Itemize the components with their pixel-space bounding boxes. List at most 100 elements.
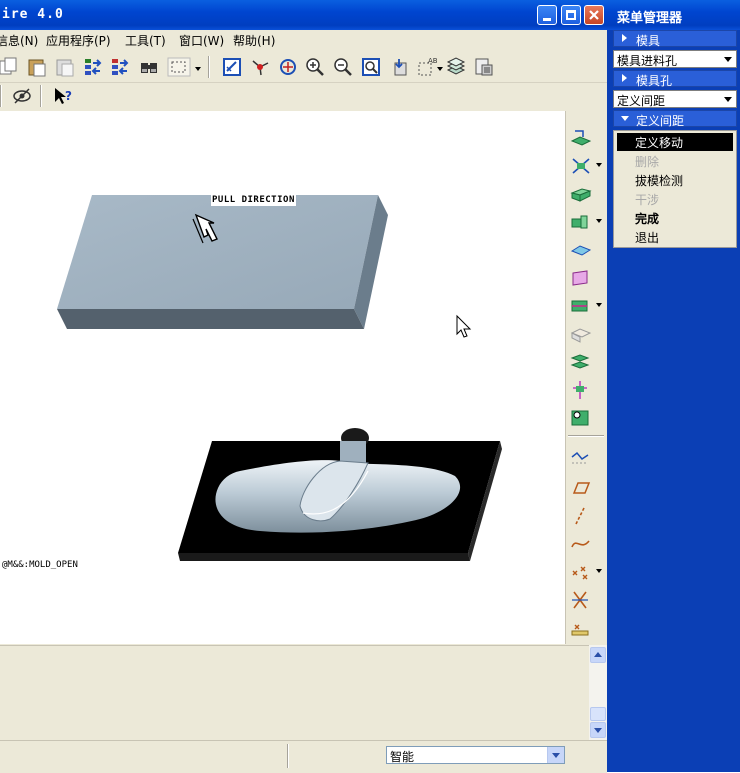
layers-icon[interactable]	[446, 57, 466, 77]
toolbar-separator	[40, 85, 42, 107]
combo-label: 定义间距	[617, 94, 666, 108]
measure-icon[interactable]	[569, 617, 593, 639]
menu-section-mold[interactable]: 模具	[613, 30, 737, 48]
volume-icon[interactable]	[569, 267, 593, 289]
chevron-down-icon	[552, 753, 560, 758]
menu-tools[interactable]: 工具(T)	[125, 32, 166, 49]
refit-icon[interactable]	[361, 57, 381, 77]
find-icon[interactable]	[139, 57, 159, 77]
selection-filter-value: 智能	[390, 750, 415, 764]
regenerate-icon[interactable]	[83, 57, 103, 77]
paste-icon[interactable]	[27, 57, 47, 77]
message-area	[0, 645, 589, 741]
view-manager-icon[interactable]	[389, 57, 409, 77]
menu-section-define-spacing[interactable]: 定义间距	[613, 110, 737, 128]
main-toolbar: AB	[0, 52, 607, 83]
parting-surface-icon[interactable]	[569, 239, 593, 261]
menu-section-label: 模具孔	[636, 74, 673, 88]
selection-filter-dropdown[interactable]	[547, 747, 564, 763]
combo-label: 模具进料孔	[617, 54, 678, 68]
menu-info[interactable]: 信息(N)	[0, 32, 38, 49]
close-icon	[589, 10, 599, 20]
context-help-icon[interactable]: ?	[53, 86, 73, 106]
option-label: 定义移动	[635, 136, 684, 150]
molding-icon[interactable]	[569, 407, 593, 429]
mold-refpart-icon[interactable]	[569, 127, 593, 149]
hide-icon[interactable]	[12, 86, 32, 106]
zoom-in-icon[interactable]	[305, 57, 325, 77]
window-title: ire 4.0	[2, 7, 64, 22]
datum-point-icon[interactable]	[569, 533, 593, 555]
option-define-move[interactable]: 定义移动	[617, 133, 733, 151]
option-label: 干涉	[635, 193, 660, 207]
chevron-down-icon	[594, 728, 602, 733]
secondary-toolbar: ?	[0, 83, 607, 109]
coordinate-system-icon[interactable]	[569, 561, 593, 583]
scroll-up-button[interactable]	[590, 647, 606, 663]
regenerate-manager-icon[interactable]	[110, 57, 130, 77]
right-toolbar	[565, 111, 608, 644]
analysis-icon[interactable]	[569, 589, 593, 611]
zoom-out-icon[interactable]	[333, 57, 353, 77]
paste-special-icon[interactable]	[55, 57, 75, 77]
select-box-icon[interactable]	[167, 57, 191, 77]
menu-bar: 信息(N) 应用程序(P) 工具(T) 窗口(W) 帮助(H)	[0, 30, 607, 50]
split-dropdown-arrow[interactable]	[596, 303, 602, 307]
title-bar[interactable]: ire 4.0	[0, 0, 607, 30]
scroll-down-button[interactable]	[590, 722, 606, 738]
menu-help[interactable]: 帮助(H)	[233, 32, 275, 49]
coordinate-dropdown-arrow[interactable]	[596, 569, 602, 573]
minimize-button[interactable]	[537, 5, 557, 25]
option-draft-check[interactable]: 拔模检测	[617, 171, 733, 189]
option-label: 删除	[635, 155, 660, 169]
datum-plane-icon[interactable]	[569, 449, 593, 471]
runner-dropdown-arrow[interactable]	[596, 219, 602, 223]
menu-window[interactable]: 窗口(W)	[179, 32, 224, 49]
option-done[interactable]: 完成	[617, 209, 733, 227]
viewport-status-text: @M&&:MOLD_OPEN	[2, 560, 78, 570]
split-icon[interactable]	[569, 295, 593, 317]
datum-axis-icon[interactable]	[569, 477, 593, 499]
maximize-icon	[566, 10, 576, 20]
copy-icon[interactable]	[0, 57, 18, 77]
select-dropdown-arrow[interactable]	[195, 67, 201, 71]
workpiece-dropdown-arrow[interactable]	[596, 163, 602, 167]
option-label: 拔模检测	[635, 174, 684, 188]
mold-sprue-combo[interactable]: 模具进料孔	[613, 50, 737, 68]
option-interference: 干涉	[617, 190, 733, 208]
menu-manager: 菜单管理器 模具 模具进料孔 模具孔 定义间距 定义间距 定义移动 删除 拔模检…	[607, 0, 740, 772]
orient-icon[interactable]	[278, 57, 298, 77]
mold-volume-icon[interactable]	[569, 323, 593, 345]
repaint-icon[interactable]	[222, 57, 242, 77]
expand-icon	[622, 34, 627, 42]
workpiece-icon[interactable]	[569, 155, 593, 177]
message-scrollbar[interactable]	[589, 645, 607, 740]
maximize-button[interactable]	[561, 5, 581, 25]
runner-icon[interactable]	[569, 211, 593, 233]
named-views-icon[interactable]: AB	[417, 57, 437, 77]
extract-icon[interactable]	[569, 351, 593, 373]
option-label: 完成	[635, 212, 660, 226]
option-quit[interactable]: 退出	[617, 228, 733, 246]
mold-open-icon[interactable]	[569, 379, 593, 401]
toolbar-separator	[208, 56, 210, 78]
main-window: ire 4.0 信息(N) 应用程序(P) 工具(T) 窗口(W) 帮助(H)	[0, 0, 608, 773]
define-spacing-combo[interactable]: 定义间距	[613, 90, 737, 108]
selection-filter-select[interactable]: 智能	[386, 746, 565, 764]
mouse-cursor-icon	[456, 314, 472, 338]
scroll-thumb[interactable]	[590, 707, 606, 721]
datum-curve-icon[interactable]	[569, 505, 593, 527]
named-views-dropdown-arrow[interactable]	[437, 67, 443, 71]
menu-manager-title-bar[interactable]: 菜单管理器	[607, 0, 740, 30]
graphics-viewport[interactable]: PULL DIRECTION @M&&:MOLD_OPEN	[0, 111, 565, 644]
model-graphics	[57, 195, 502, 561]
shrinkage-icon[interactable]	[569, 183, 593, 205]
spin-center-icon[interactable]	[250, 57, 270, 77]
upper-mold-block[interactable]	[57, 195, 388, 329]
collapse-icon	[621, 116, 629, 121]
model-tree-icon[interactable]	[474, 57, 494, 77]
menu-applications[interactable]: 应用程序(P)	[46, 32, 111, 49]
menu-section-label: 定义间距	[636, 114, 685, 128]
menu-section-mold-hole[interactable]: 模具孔	[613, 70, 737, 88]
close-button[interactable]	[584, 5, 604, 25]
